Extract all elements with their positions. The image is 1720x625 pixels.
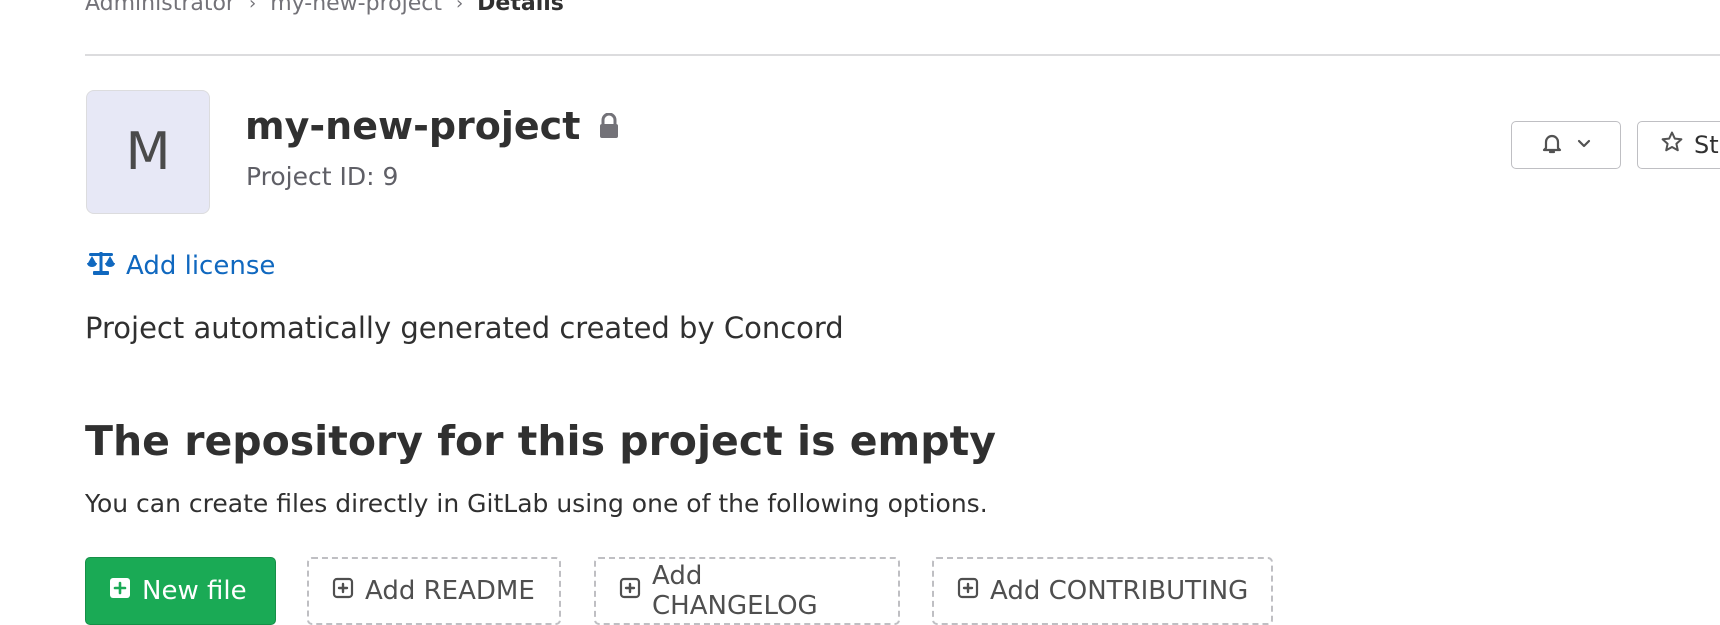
project-id: Project ID: 9 (246, 162, 399, 191)
plus-square-icon (618, 576, 642, 607)
plus-square-icon (108, 576, 132, 607)
breadcrumb: Administrator › my-new-project › Details (85, 0, 564, 18)
add-license-label: Add license (126, 250, 276, 281)
scale-icon (86, 248, 116, 283)
empty-repo-title: The repository for this project is empty (85, 417, 996, 465)
empty-repo-subtitle: You can create files directly in GitLab … (85, 489, 988, 518)
breadcrumb-item-project[interactable]: my-new-project (270, 0, 442, 16)
plus-square-icon (956, 576, 980, 607)
new-file-label: New file (142, 576, 247, 606)
new-file-button[interactable]: New file (85, 557, 276, 625)
bell-icon (1540, 131, 1564, 159)
chevron-down-icon (1576, 135, 1592, 155)
add-readme-label: Add README (365, 576, 535, 606)
add-contributing-label: Add CONTRIBUTING (990, 576, 1249, 606)
add-readme-button[interactable]: Add README (307, 557, 561, 625)
star-button[interactable]: Star (1637, 121, 1720, 169)
add-license-link[interactable]: Add license (86, 248, 275, 283)
header-divider (85, 54, 1720, 56)
star-label: Star (1694, 131, 1720, 159)
breadcrumb-current[interactable]: Details (477, 0, 564, 16)
project-title: my-new-project (245, 104, 620, 148)
add-changelog-button[interactable]: Add CHANGELOG (594, 557, 900, 625)
add-contributing-button[interactable]: Add CONTRIBUTING (932, 557, 1273, 625)
breadcrumb-separator: › (455, 0, 464, 14)
project-name: my-new-project (245, 104, 581, 148)
plus-square-icon (331, 576, 355, 607)
project-description: Project automatically generated created … (85, 311, 844, 345)
project-avatar[interactable]: M (86, 90, 210, 214)
star-icon (1660, 130, 1684, 160)
add-changelog-label: Add CHANGELOG (652, 561, 818, 621)
breadcrumb-item-administrator[interactable]: Administrator (85, 0, 235, 16)
breadcrumb-separator: › (248, 0, 257, 14)
notification-settings-button[interactable] (1511, 121, 1621, 169)
lock-icon (598, 113, 620, 139)
